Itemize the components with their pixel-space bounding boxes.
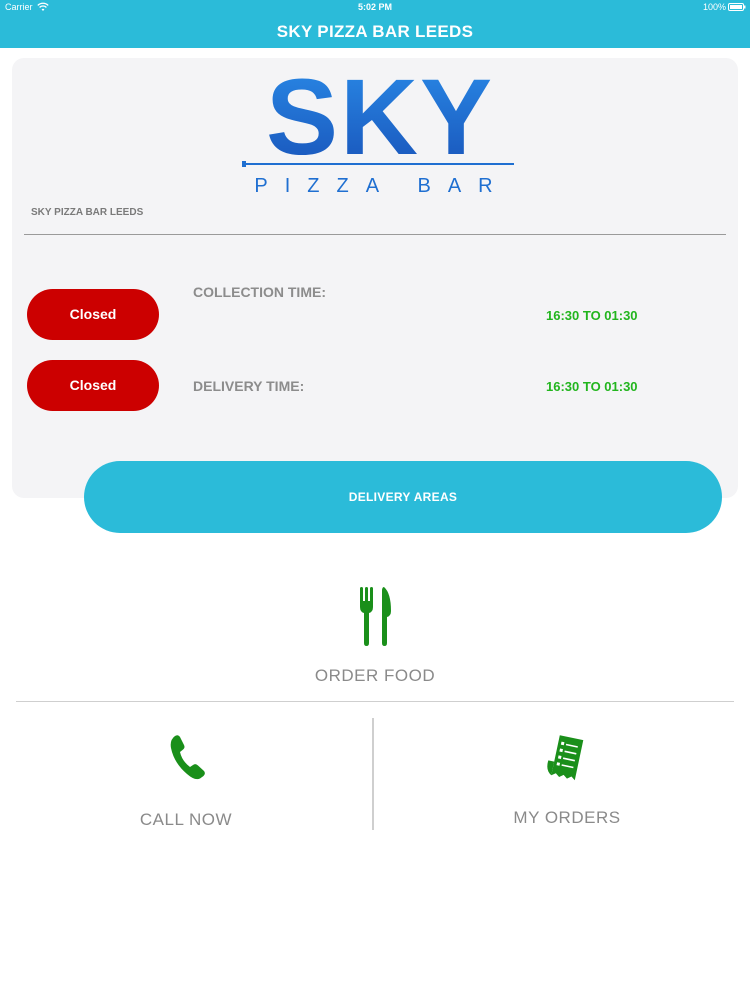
call-now-button[interactable]: CALL NOW	[16, 718, 372, 838]
battery-icon	[728, 3, 746, 11]
call-now-label: CALL NOW	[139, 810, 233, 829]
status-bar: Carrier 5:02 PM 100%	[0, 0, 750, 15]
my-orders-button[interactable]: MY ORDERS	[374, 718, 734, 838]
logo-sub-text: PIZZA BAR	[254, 175, 509, 197]
delivery-areas-button[interactable]: DELIVERY AREAS	[84, 461, 722, 533]
my-orders-label: MY ORDERS	[513, 808, 621, 827]
fork-knife-icon	[360, 587, 391, 646]
section-divider	[16, 701, 734, 702]
page-title: SKY PIZZA BAR LEEDS	[276, 22, 474, 41]
delivery-time-label: DELIVERY TIME:	[193, 378, 305, 394]
delivery-status-button[interactable]: Closed	[27, 360, 159, 411]
collection-hours: 16:30 TO 01:30	[546, 308, 638, 323]
store-info-card: SKY PIZZA BAR SKY PIZZA BAR LEEDS Closed…	[12, 58, 738, 498]
battery-percent: 100%	[702, 2, 726, 12]
status-time: 5:02 PM	[357, 2, 392, 12]
collection-status-button[interactable]: Closed	[27, 289, 159, 340]
delivery-hours: 16:30 TO 01:30	[546, 379, 638, 394]
logo-main-text: SKY	[266, 62, 494, 177]
app-header: Carrier 5:02 PM 100% SKY PIZZA BAR LEEDS	[0, 0, 750, 48]
order-food-label: ORDER FOOD	[314, 666, 436, 685]
collection-time-label: COLLECTION TIME:	[193, 284, 326, 300]
order-food-button[interactable]: ORDER FOOD	[0, 580, 750, 690]
store-name-subtitle: SKY PIZZA BAR LEEDS	[31, 207, 144, 218]
card-divider	[24, 234, 726, 235]
phone-icon	[170, 735, 205, 780]
receipt-icon	[547, 735, 584, 781]
sky-pizza-bar-logo: SKY PIZZA BAR	[242, 62, 514, 197]
